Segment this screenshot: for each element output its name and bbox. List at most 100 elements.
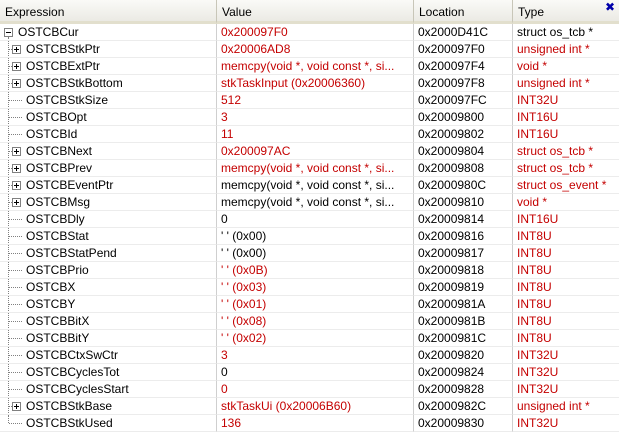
type-cell: INT8U — [513, 330, 619, 347]
watch-row[interactable]: OSTCBStkSize 512 0x200097FC INT32U — [0, 92, 619, 109]
expand-icon[interactable] — [12, 164, 21, 173]
watch-row[interactable]: OSTCBBitX ' ' (0x08) 0x2000981B INT8U — [0, 313, 619, 330]
watch-row[interactable]: OSTCBDly 0 0x20009814 INT16U — [0, 211, 619, 228]
watch-row[interactable]: OSTCBCtxSwCtr 3 0x20009820 INT32U — [0, 347, 619, 364]
tree-line — [9, 100, 22, 101]
value-cell[interactable]: ' ' (0x08) — [217, 313, 414, 330]
expression-cell: OSTCBExtPtr — [0, 58, 217, 75]
column-header-location-label: Location — [419, 5, 465, 19]
close-icon[interactable]: ✖ — [603, 0, 617, 14]
value-cell[interactable]: ' ' (0x00) — [217, 228, 414, 245]
expand-icon[interactable] — [12, 198, 21, 207]
expression-cell: OSTCBPrev — [0, 160, 217, 177]
watch-row[interactable]: OSTCBMsg memcpy(void *, void const *, si.… — [0, 194, 619, 211]
location-cell: 0x2000D41C — [414, 24, 513, 41]
watch-row[interactable]: OSTCBNext 0x200097AC 0x20009804 struct os_t… — [0, 143, 619, 160]
expression-label: OSTCBCyclesStart — [26, 382, 129, 396]
expression-cell: OSTCBEventPtr — [0, 177, 217, 194]
watch-row[interactable]: OSTCBExtPtr memcpy(void *, void const *, … — [0, 58, 619, 75]
tree-line — [9, 219, 22, 220]
watch-row[interactable]: OSTCBPrev memcpy(void *, void const *, si… — [0, 160, 619, 177]
expression-cell: OSTCBCtxSwCtr — [0, 347, 217, 364]
column-header-type-label: Type — [518, 5, 545, 19]
tree-line — [9, 338, 22, 339]
expression-label: OSTCBStat — [26, 229, 89, 243]
tree-line — [9, 389, 22, 390]
value-cell[interactable]: ' ' (0x00) — [217, 245, 414, 262]
watch-row[interactable]: OSTCBOpt 3 0x20009800 INT16U — [0, 109, 619, 126]
type-cell: INT8U — [513, 245, 619, 262]
column-header-expression[interactable]: Expression — [0, 0, 217, 24]
expression-cell: OSTCBCur — [0, 24, 217, 41]
value-cell[interactable]: 11 — [217, 126, 414, 143]
expression-cell: OSTCBStkUsed — [0, 415, 217, 432]
value-cell[interactable]: ' ' (0x03) — [217, 279, 414, 296]
location-cell: 0x20009817 — [414, 245, 513, 262]
value-cell[interactable]: ' ' (0x02) — [217, 330, 414, 347]
expand-icon[interactable] — [12, 79, 21, 88]
watch-row[interactable]: OSTCBBitY ' ' (0x02) 0x2000981C INT8U — [0, 330, 619, 347]
value-cell[interactable]: 3 — [217, 109, 414, 126]
value-cell[interactable]: 512 — [217, 92, 414, 109]
location-cell: 0x20009824 — [414, 364, 513, 381]
location-cell: 0x20009818 — [414, 262, 513, 279]
expression-label: OSTCBStkBase — [26, 399, 113, 413]
value-cell[interactable]: 3 — [217, 347, 414, 364]
watch-row[interactable]: OSTCBStatPend ' ' (0x00) 0x20009817 INT8U — [0, 245, 619, 262]
watch-row[interactable]: OSTCBCyclesTot 0 0x20009824 INT32U — [0, 364, 619, 381]
expand-icon[interactable] — [12, 402, 21, 411]
expand-icon[interactable] — [12, 45, 21, 54]
value-cell[interactable]: 136 — [217, 415, 414, 432]
value-cell[interactable]: 0x20006AD8 — [217, 41, 414, 58]
expand-icon[interactable] — [12, 147, 21, 156]
tree-line — [8, 415, 9, 423]
value-cell[interactable]: memcpy(void *, void const *, si... — [217, 194, 414, 211]
tree-line — [9, 134, 22, 135]
value-cell[interactable]: 0 — [217, 381, 414, 398]
expression-cell: OSTCBId — [0, 126, 217, 143]
column-header-value-label: Value — [222, 5, 252, 19]
collapse-icon[interactable] — [4, 28, 13, 37]
expression-cell: OSTCBStatPend — [0, 245, 217, 262]
expression-label: OSTCBBitX — [26, 314, 90, 328]
location-cell: 0x2000980C — [414, 177, 513, 194]
watch-row[interactable]: OSTCBPrio ' ' (0x0B) 0x20009818 INT8U — [0, 262, 619, 279]
value-cell[interactable]: 0x200097AC — [217, 143, 414, 160]
watch-row[interactable]: OSTCBStkPtr 0x20006AD8 0x200097F0 unsigned … — [0, 41, 619, 58]
value-cell[interactable]: ' ' (0x0B) — [217, 262, 414, 279]
location-cell: 0x2000981C — [414, 330, 513, 347]
value-cell[interactable]: 0 — [217, 211, 414, 228]
expression-cell: OSTCBStkPtr — [0, 41, 217, 58]
watch-row[interactable]: OSTCBStkBase stkTaskUi (0x20006B60) 0x2000… — [0, 398, 619, 415]
value-cell[interactable]: stkTaskInput (0x20006360) — [217, 75, 414, 92]
value-cell[interactable]: ' ' (0x01) — [217, 296, 414, 313]
value-cell[interactable]: 0x200097F0 — [217, 24, 414, 41]
watch-row[interactable]: OSTCBY ' ' (0x01) 0x2000981A INT8U — [0, 296, 619, 313]
value-cell[interactable]: stkTaskUi (0x20006B60) — [217, 398, 414, 415]
type-cell: struct os_tcb * — [513, 24, 619, 41]
column-header-value[interactable]: Value — [217, 0, 414, 24]
location-cell: 0x200097F8 — [414, 75, 513, 92]
location-cell: 0x2000981B — [414, 313, 513, 330]
watch-row[interactable]: OSTCBCyclesStart 0 0x20009828 INT32U — [0, 381, 619, 398]
type-cell: unsigned int * — [513, 41, 619, 58]
watch-row[interactable]: OSTCBStkUsed 136 0x20009830 INT32U — [0, 415, 619, 432]
location-cell: 0x20009800 — [414, 109, 513, 126]
watch-row[interactable]: OSTCBStkBottom stkTaskInput (0x20006360) 0… — [0, 75, 619, 92]
value-cell[interactable]: memcpy(void *, void const *, si... — [217, 177, 414, 194]
location-cell: 0x20009814 — [414, 211, 513, 228]
watch-row[interactable]: OSTCBX ' ' (0x03) 0x20009819 INT8U — [0, 279, 619, 296]
value-cell[interactable]: memcpy(void *, void const *, si... — [217, 58, 414, 75]
expand-icon[interactable] — [12, 62, 21, 71]
watch-row[interactable]: OSTCBId 11 0x20009802 INT16U — [0, 126, 619, 143]
location-cell: 0x2000981A — [414, 296, 513, 313]
value-cell[interactable]: memcpy(void *, void const *, si... — [217, 160, 414, 177]
watch-row[interactable]: OSTCBStat ' ' (0x00) 0x20009816 INT8U — [0, 228, 619, 245]
watch-row[interactable]: OSTCBCur 0x200097F0 0x2000D41C struct os_tc… — [0, 24, 619, 41]
column-header-location[interactable]: Location — [414, 0, 513, 24]
expression-label: OSTCBStkUsed — [26, 416, 113, 430]
watch-row[interactable]: OSTCBEventPtr memcpy(void *, void const *… — [0, 177, 619, 194]
location-cell: 0x20009802 — [414, 126, 513, 143]
expand-icon[interactable] — [12, 181, 21, 190]
value-cell[interactable]: 0 — [217, 364, 414, 381]
